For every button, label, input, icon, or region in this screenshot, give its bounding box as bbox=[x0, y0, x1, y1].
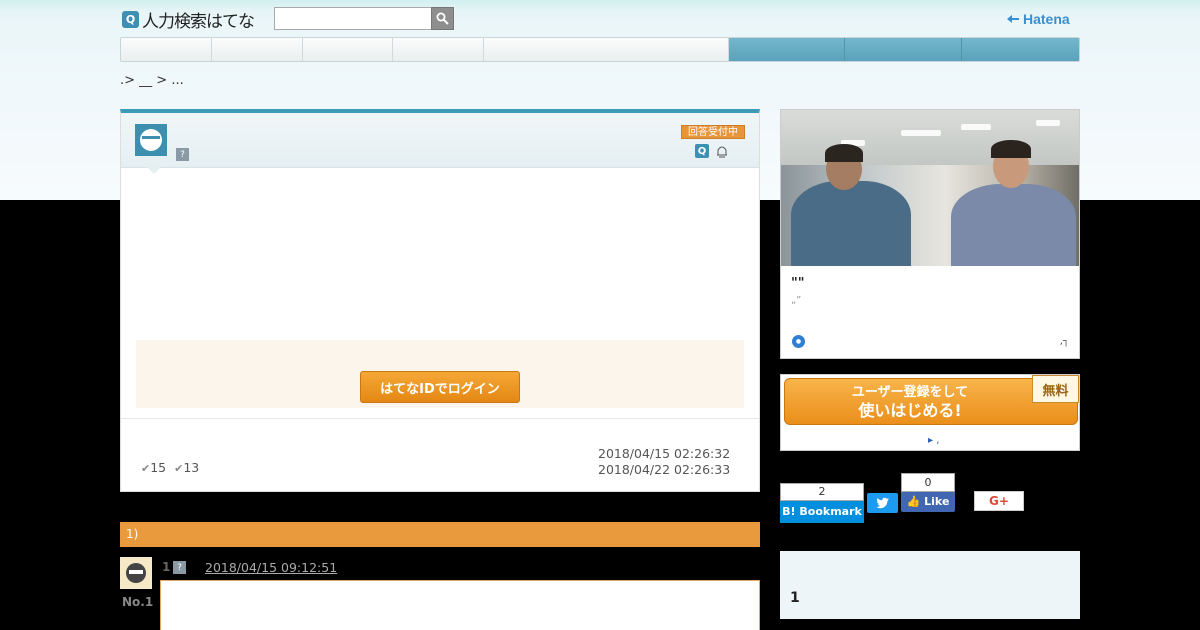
search-input[interactable] bbox=[274, 7, 432, 30]
promo-title: "" bbox=[791, 276, 805, 291]
count-b: ✔13 bbox=[174, 460, 200, 475]
nav-item-blue-1[interactable] bbox=[728, 38, 846, 61]
promo-photo bbox=[781, 110, 1079, 266]
questioner-avatar[interactable] bbox=[135, 124, 167, 156]
check-icon: ✔ bbox=[174, 462, 184, 475]
free-badge: 無料 bbox=[1032, 375, 1079, 403]
twitter-bird-icon bbox=[875, 497, 889, 509]
facebook-like-widget[interactable]: 0 👍 Like bbox=[901, 473, 955, 513]
hatena-bookmark-button[interactable]: B! Bookmark bbox=[780, 501, 864, 523]
hatena-login-button[interactable]: はてなIDでログイン bbox=[360, 371, 520, 403]
promo-subtitle: „” bbox=[791, 295, 802, 306]
facebook-like-count: 0 bbox=[901, 473, 955, 492]
side-info-box: 1 bbox=[780, 551, 1080, 619]
anonymous-face-icon bbox=[126, 563, 146, 583]
register-link[interactable]: ▸ , bbox=[928, 435, 939, 446]
question-mark-icon: ? bbox=[173, 561, 186, 574]
anonymous-face-icon bbox=[140, 129, 162, 151]
brand-text: Hatena bbox=[1023, 11, 1070, 27]
answer-rank: No.1 bbox=[122, 595, 154, 609]
hatena-bird-icon bbox=[1007, 15, 1019, 23]
nav-item-3[interactable] bbox=[302, 38, 394, 61]
site-logo[interactable]: Q 人力検索はてな bbox=[122, 9, 255, 32]
q-icon: Q bbox=[695, 144, 709, 158]
speech-pointer bbox=[147, 167, 161, 174]
deadline-date: 2018/04/22 02:26:33 bbox=[598, 462, 731, 477]
count-a: ✔15 bbox=[141, 460, 167, 475]
nav-item-2[interactable] bbox=[211, 38, 303, 61]
hatena-round-icon: ● bbox=[792, 335, 805, 348]
question-counts: ✔15 ✔13 bbox=[141, 460, 199, 475]
facebook-like-button[interactable]: 👍 Like bbox=[901, 492, 955, 512]
answer-number: 1 bbox=[162, 560, 171, 574]
status-icons: Q bbox=[695, 144, 729, 158]
breadcrumb[interactable]: .> __ > ... bbox=[120, 73, 184, 88]
promo-card[interactable]: "" „” ● ,┐ bbox=[780, 109, 1080, 359]
question-card: ? 回答受付中 Q はてなIDでログイン ✔15 ✔13 2018/04/15 … bbox=[120, 109, 760, 492]
side-box-number: 1 bbox=[790, 590, 800, 606]
search-button[interactable] bbox=[431, 7, 454, 30]
login-box: はてなIDでログイン bbox=[136, 340, 744, 408]
register-box: ユーザー登録をして 使いはじめる! 無料 ▸ , bbox=[780, 374, 1080, 451]
hatena-bookmark-count: 2 bbox=[780, 483, 864, 501]
question-header: ? 回答受付中 Q bbox=[121, 113, 759, 168]
divider bbox=[121, 418, 759, 419]
logo-text: 人力検索はてな bbox=[142, 11, 255, 32]
bell-icon[interactable] bbox=[715, 144, 729, 158]
global-nav bbox=[120, 37, 1080, 62]
promo-ext-mark: ,┐ bbox=[1059, 336, 1069, 347]
nav-item-blue-3[interactable] bbox=[962, 38, 1079, 61]
hatena-brand-link[interactable]: Hatena bbox=[1006, 11, 1070, 27]
answer-date-link[interactable]: 2018/04/15 09:12:51 bbox=[205, 560, 337, 575]
twitter-button[interactable] bbox=[867, 493, 898, 513]
thumbs-up-icon: 👍 bbox=[906, 495, 921, 508]
nav-item-4[interactable] bbox=[393, 38, 485, 61]
hatena-bookmark-widget[interactable]: 2 B! Bookmark bbox=[780, 483, 864, 523]
posted-date: 2018/04/15 02:26:32 bbox=[598, 446, 731, 461]
nav-item-blue-2[interactable] bbox=[845, 38, 963, 61]
question-mark-icon: ? bbox=[176, 148, 189, 161]
answers-header: 1) bbox=[120, 522, 760, 547]
q-logo-icon: Q bbox=[122, 10, 139, 28]
google-plus-button[interactable]: G+ bbox=[974, 491, 1024, 511]
answer-body bbox=[160, 580, 760, 630]
nav-item-5[interactable] bbox=[484, 38, 729, 61]
answerer-avatar[interactable] bbox=[120, 557, 152, 589]
question-dates: 2018/04/15 02:26:32 2018/04/22 02:26:33 bbox=[598, 446, 730, 478]
nav-item-1[interactable] bbox=[121, 38, 212, 61]
status-badge: 回答受付中 bbox=[681, 125, 745, 139]
check-icon: ✔ bbox=[141, 462, 151, 475]
search-icon bbox=[436, 12, 449, 25]
